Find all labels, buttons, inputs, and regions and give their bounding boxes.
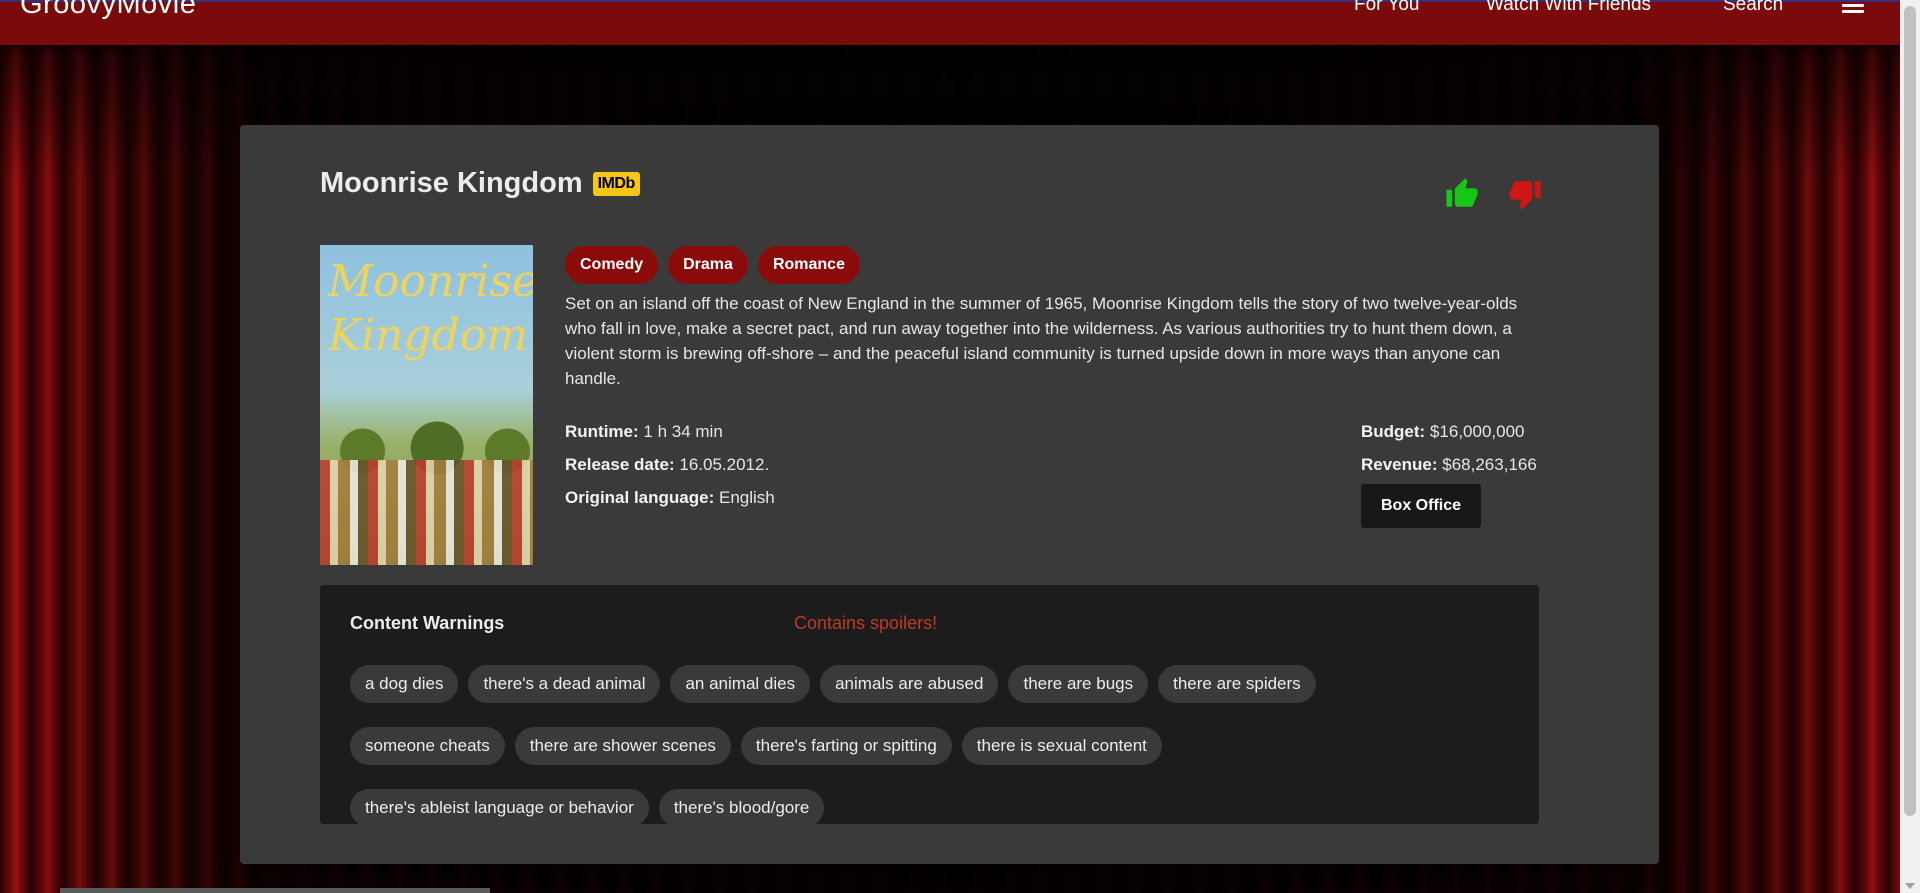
- vertical-scrollbar[interactable]: [1900, 0, 1920, 893]
- nav-search[interactable]: Search: [1723, 0, 1783, 16]
- budget-value: $16,000,000: [1429, 422, 1525, 441]
- budget-label: Budget:: [1361, 422, 1426, 441]
- language-row: Original language: English: [565, 481, 775, 514]
- thumbs-up-icon[interactable]: [1445, 177, 1479, 211]
- movie-poster: Moonrise Kingdom: [320, 245, 533, 565]
- release-date-value: 16.05.2012.: [679, 455, 770, 474]
- brand-logo[interactable]: GroovyMovie: [20, 0, 196, 21]
- top-navbar: GroovyMovie For You Watch With Friends S…: [0, 0, 1900, 45]
- spoiler-notice: Contains spoilers!: [794, 613, 938, 633]
- runtime-row: Runtime: 1 h 34 min: [565, 415, 775, 448]
- warning-chip[interactable]: there are shower scenes: [514, 727, 731, 765]
- warning-chip[interactable]: someone cheats: [350, 727, 505, 765]
- runtime-value: 1 h 34 min: [643, 422, 723, 441]
- title-row: Moonrise Kingdom IMDb: [320, 167, 640, 200]
- box-office-button[interactable]: Box Office: [1361, 484, 1482, 528]
- warning-chip[interactable]: a dog dies: [350, 665, 459, 703]
- language-value: English: [718, 488, 775, 507]
- poster-title: Moonrise Kingdom: [328, 256, 533, 361]
- scrollbar-thumb[interactable]: [1904, 6, 1916, 816]
- genre-chip-romance[interactable]: Romance: [757, 246, 860, 284]
- warning-chip[interactable]: there is sexual content: [961, 727, 1162, 765]
- genre-chip-drama[interactable]: Drama: [668, 246, 748, 284]
- movie-financials: Budget: $16,000,000 Revenue: $68,263,166…: [1361, 415, 1537, 528]
- horizontal-scroll-indicator[interactable]: [60, 888, 490, 893]
- movie-facts: Runtime: 1 h 34 min Release date: 16.05.…: [565, 415, 775, 514]
- thumbs-down-icon[interactable]: [1508, 177, 1542, 211]
- hamburger-menu-icon[interactable]: [1842, 4, 1864, 18]
- warning-chip[interactable]: an animal dies: [670, 665, 811, 703]
- content-warnings-panel: Content Warnings Contains spoilers! a do…: [320, 585, 1539, 827]
- genre-chip-comedy[interactable]: Comedy: [565, 246, 659, 284]
- warning-chip[interactable]: animals are abused: [820, 665, 999, 703]
- release-date-row: Release date: 16.05.2012.: [565, 448, 775, 481]
- warning-chip[interactable]: there's ableist language or behavior: [350, 789, 649, 827]
- runtime-label: Runtime:: [565, 422, 639, 441]
- imdb-link[interactable]: IMDb: [592, 171, 640, 196]
- nav-watch-with-friends[interactable]: Watch With Friends: [1486, 0, 1651, 16]
- content-warnings-title: Content Warnings: [350, 613, 505, 633]
- warning-chip[interactable]: there's blood/gore: [658, 789, 825, 827]
- warning-chip[interactable]: there's farting or spitting: [740, 727, 952, 765]
- movie-overview: Set on an island off the coast of New En…: [565, 294, 1518, 388]
- budget-row: Budget: $16,000,000: [1361, 415, 1537, 448]
- revenue-value: $68,263,166: [1442, 455, 1537, 474]
- genre-list: Comedy Drama Romance: [565, 246, 860, 284]
- warning-chip[interactable]: there are spiders: [1158, 665, 1316, 703]
- release-date-label: Release date:: [565, 455, 675, 474]
- movie-title: Moonrise Kingdom: [320, 167, 583, 199]
- movie-details-card: Moonrise Kingdom IMDb Moonrise Kingdom C…: [240, 125, 1659, 864]
- warning-chip[interactable]: there are bugs: [1008, 665, 1149, 703]
- language-label: Original language:: [565, 488, 715, 507]
- nav-for-you[interactable]: For You: [1354, 0, 1420, 16]
- revenue-row: Revenue: $68,263,166: [1361, 448, 1537, 481]
- poster-cast-photo: [320, 460, 533, 565]
- scroll-down-arrow-icon[interactable]: [1905, 883, 1915, 889]
- revenue-label: Revenue:: [1361, 455, 1438, 474]
- warning-list: a dog dies there's a dead animal an anim…: [350, 665, 1520, 827]
- warning-chip[interactable]: there's a dead animal: [468, 665, 661, 703]
